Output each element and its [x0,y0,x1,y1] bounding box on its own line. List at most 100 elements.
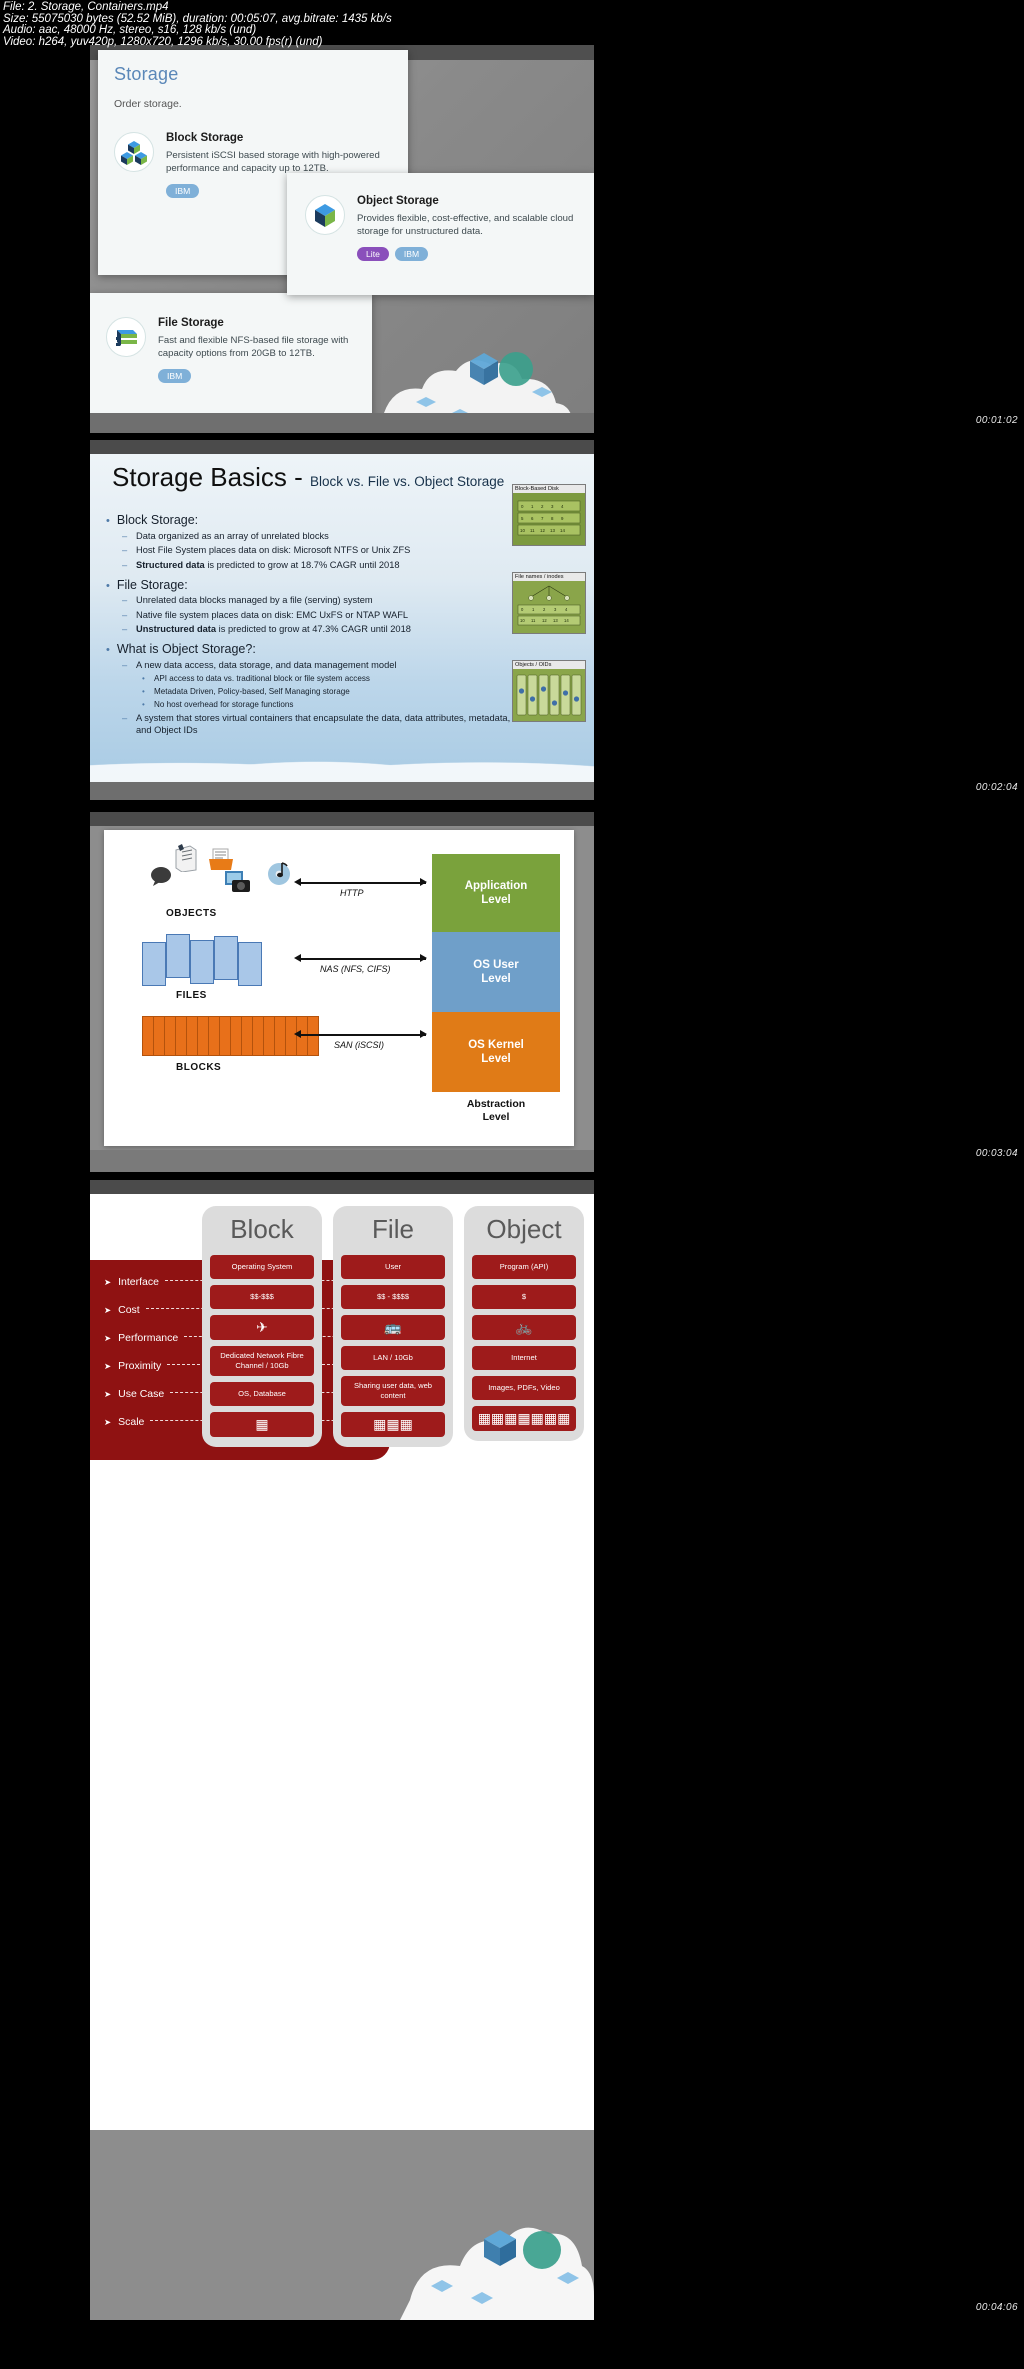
thumbnail-file-names-inodes: File names / inodes 01234 10 11 12 13 14 [512,572,586,634]
criteria-label: Scale [118,1416,145,1428]
file-rect [238,942,262,986]
column-header: Object [486,1214,562,1244]
frame4-top-band [90,1180,594,1194]
slide-cloud-graphic [90,740,594,782]
cloud-decoration [400,2227,594,2320]
bullet-item: Structured data is predicted to grow at … [122,559,526,571]
connector-nas [300,958,426,960]
music-disc-icon [266,860,292,891]
bullet-item: A new data access, data storage, and dat… [122,659,526,671]
protocol-label-san: SAN (iSCSI) [334,1040,385,1050]
cell-file-cost: $$ - $$$$ [341,1285,445,1309]
cell-block-performance: ✈ [210,1315,314,1340]
sub-bullet-item: Metadata Driven, Policy-based, Self Mana… [142,686,526,697]
file-rect [190,940,214,984]
page-subtitle: Order storage. [114,98,182,110]
slide-abstraction-diagram: OBJECTS FILES BLOCKS HTTP NAS (NFS, CIFS… [104,830,574,1146]
stack-line-2: Level [481,894,511,906]
video-frame-1: Storage Order storage. Block Storage Per… [90,45,594,433]
card-title: Object Storage [357,195,439,207]
svg-text:13: 13 [553,618,558,623]
timestamp-frame-1: 00:01:02 [975,415,1018,426]
column-object: Object Program (API) $ 🚲 Internet Images… [464,1206,584,1441]
bullet-rest: is predicted to grow at 47.3% CAGR until… [218,624,411,634]
frame4-bottom-area [90,2130,594,2320]
column-header: File [372,1214,414,1244]
slide-title: Storage Basics - Block vs. File vs. Obje… [112,462,504,493]
file-rect [214,936,238,980]
bullet-item: Host File System places data on disk: Mi… [122,544,526,556]
slide-title-main: Storage Basics - [112,462,303,492]
abstraction-line-1: Abstraction [466,1098,526,1110]
layers-icon [106,317,146,357]
thumbnail-image [513,669,585,721]
cell-file-interface: User [341,1255,445,1279]
card-object-storage[interactable]: Object Storage Provides flexible, cost-e… [287,173,594,295]
scale-icon: ▦▦▦ [373,1416,413,1432]
protocol-label-nas: NAS (NFS, CIFS) [320,964,391,974]
svg-text:11: 11 [531,618,536,623]
sub-bullet-item: No host overhead for storage functions [142,699,526,710]
frame3-bottom-band [90,1150,594,1172]
card-file-storage[interactable]: File Storage Fast and flexible NFS-based… [90,293,372,421]
arrow-right-icon [420,1030,427,1038]
svg-text:14: 14 [564,618,569,623]
bullet-item: Unstructured data is predicted to grow a… [122,623,526,635]
thumbnail-image: 01234 10 11 12 13 14 [513,581,585,633]
bullet-item: Unrelated data blocks managed by a file … [122,594,526,606]
protocol-label-http: HTTP [340,888,364,898]
svg-text:11: 11 [530,528,535,533]
notebook-icon [174,844,198,877]
criteria-label: Use Case [118,1388,165,1400]
cell-block-usecase: OS, Database [210,1382,314,1406]
stack-line-2: Level [481,1053,511,1065]
abstraction-level-label: Abstraction Level [432,1098,560,1124]
cell-object-interface: Program (API) [472,1255,576,1279]
arrow-left-icon [294,878,301,886]
section-heading: Block Storage: [106,513,526,527]
bullet-bold: Structured data [136,559,205,570]
bicycle-icon: 🚲 [515,1319,533,1335]
video-frame-2: Storage Basics - Block vs. File vs. Obje… [90,440,594,800]
card-title: File Storage [158,317,224,329]
metadata-filename: File: 2. Storage, Containers.mp4 [3,1,169,13]
page-title: Storage [114,64,179,84]
frame2-bottom-band [90,782,594,800]
column-header: Block [230,1214,294,1244]
badge-ibm: IBM [394,247,429,261]
criteria-label: Proximity [118,1360,162,1372]
card-description: Fast and flexible NFS-based file storage… [158,335,349,359]
arrow-right-icon [420,878,427,886]
stack-line-1: OS User [473,959,519,971]
bullet-item: Data organized as an array of unrelated … [122,530,526,542]
cell-object-cost: $ [472,1285,576,1309]
scale-icon: ▦▦▦▦▦▦▦ [477,1410,571,1426]
stack-application-level: Application Level [432,854,560,932]
cell-object-usecase: Images, PDFs, Video [472,1376,576,1400]
stack-os-user-level: OS User Level [432,932,560,1012]
cell-object-proximity: Internet [472,1346,576,1370]
cell-object-scale: ▦▦▦▦▦▦▦ [472,1406,576,1431]
svg-text:13: 13 [550,528,555,533]
sub-bullet-item: API access to data vs. traditional block… [142,673,526,684]
frame3-top-band [90,812,594,826]
frame1-bottom-band [90,413,594,433]
slide-storage-basics: Storage Basics - Block vs. File vs. Obje… [90,454,594,782]
speech-bubble-icon [150,866,172,891]
cell-block-scale: ▦ [210,1412,314,1437]
thumbnail-image: 01234 56789 10 11 12 13 14 [513,493,585,545]
cell-block-cost: $$-$$$ [210,1285,314,1309]
cell-file-usecase: Sharing user data, web content [341,1376,445,1406]
column-file: File User $$ - $$$$ 🚌 LAN / 10Gb Sharing… [333,1206,453,1447]
bullet-item: A system that stores virtual containers … [122,712,526,736]
scale-icon: ▦ [255,1416,269,1432]
thumbnail-caption: Block-Based Disk [513,485,585,493]
airplane-icon: ✈ [256,1319,268,1335]
cell-file-scale: ▦▦▦ [341,1412,445,1437]
stack-line-1: Application [464,880,528,892]
stack-line-1: OS Kernel [468,1039,524,1051]
timestamp-frame-3: 00:03:04 [975,1148,1018,1159]
bullet-bold: Unstructured data [136,624,217,634]
svg-text:10: 10 [520,618,525,623]
video-frame-4: Interface Cost Performance Proximity Use… [90,1180,594,2320]
